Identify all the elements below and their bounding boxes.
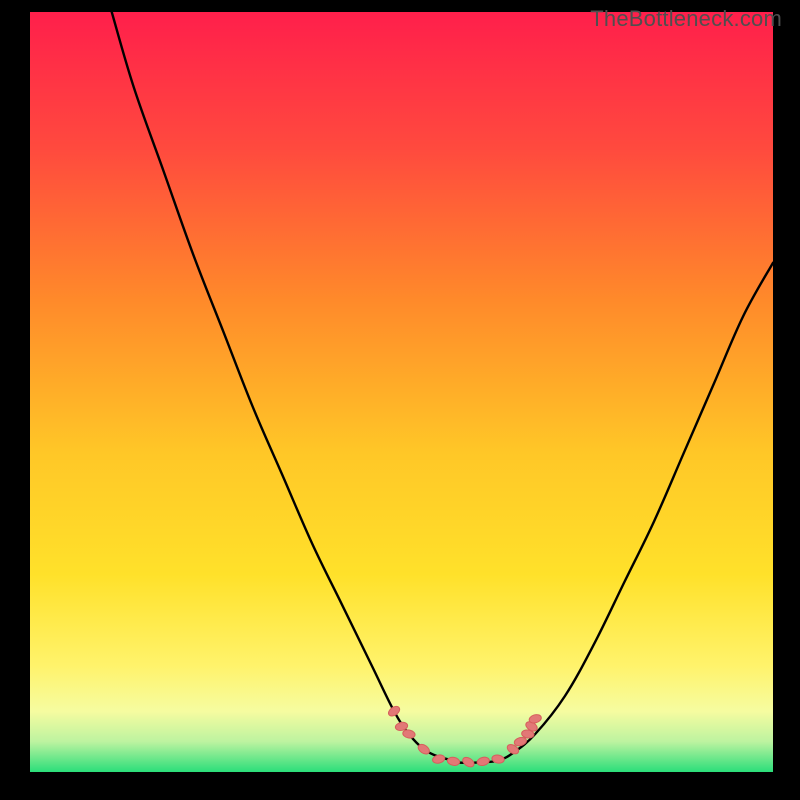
highlight-marker — [387, 704, 402, 718]
curve-path — [112, 12, 773, 763]
plot-area — [30, 12, 773, 772]
chart-frame: TheBottleneck.com — [0, 0, 800, 800]
bottleneck-curve — [30, 12, 773, 772]
highlight-marker — [402, 729, 416, 739]
highlight-marker — [461, 755, 476, 768]
highlight-marker — [447, 756, 461, 766]
highlight-marker — [476, 756, 490, 767]
attribution-text: TheBottleneck.com — [590, 6, 782, 32]
